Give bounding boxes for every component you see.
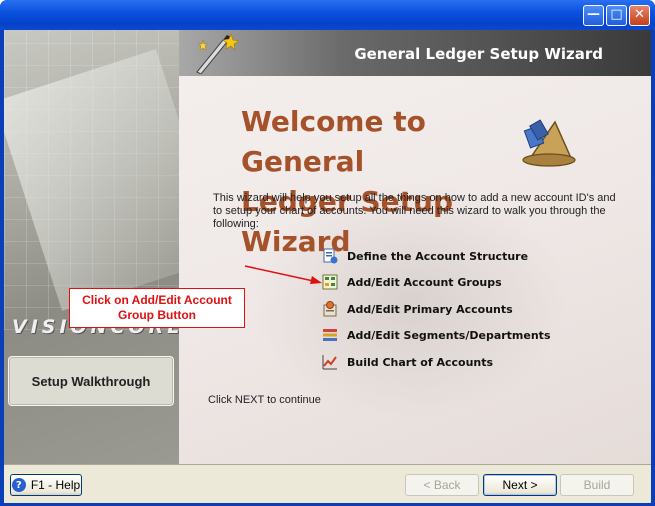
minimize-button[interactable]: — <box>583 5 604 26</box>
build-label: Build <box>583 478 611 492</box>
define-account-structure-label: Define the Account Structure <box>347 249 529 263</box>
chart-of-accounts-icon <box>322 355 337 370</box>
next-button[interactable]: Next > <box>483 474 557 496</box>
wizard-hat-icon <box>522 119 576 167</box>
back-button[interactable]: < Back <box>405 474 479 496</box>
callout-line-1: Click on Add/Edit Account <box>82 293 232 307</box>
minimize-icon: — <box>587 7 600 22</box>
banner-title: General Ledger Setup Wizard <box>354 45 603 63</box>
help-button[interactable]: ? F1 - Help <box>10 474 82 496</box>
help-label: F1 - Help <box>30 478 81 492</box>
back-label: < Back <box>423 478 461 492</box>
add-edit-primary-accounts-button[interactable]: Add/Edit Primary Accounts <box>321 298 513 320</box>
add-edit-segments-departments-button[interactable]: Add/Edit Segments/Departments <box>321 324 551 346</box>
callout-line-2: Group Button <box>118 308 196 322</box>
left-panel: VISIONCORE Setup Walkthrough <box>4 30 179 464</box>
button-bar: ? F1 - Help < Back Next > Build <box>4 464 651 503</box>
primary-accounts-icon <box>323 301 337 317</box>
wizard-client-area: VISIONCORE Setup Walkthrough General Led… <box>4 30 651 503</box>
banner: General Ledger Setup Wizard <box>179 30 651 76</box>
segments-icon <box>323 329 337 341</box>
wizard-description: This wizard will help you setup all the … <box>213 192 616 230</box>
add-edit-account-groups-label: Add/Edit Account Groups <box>347 275 502 289</box>
welcome-heading: Welcome to General Ledger Setup Wizard <box>241 102 511 262</box>
add-edit-primary-accounts-label: Add/Edit Primary Accounts <box>347 302 513 316</box>
setup-walkthrough-button[interactable]: Setup Walkthrough <box>8 356 174 406</box>
define-account-structure-button[interactable]: Define the Account Structure <box>321 245 528 267</box>
title-bar[interactable]: — □ ✕ <box>0 0 655 30</box>
build-button[interactable]: Build <box>560 474 634 496</box>
welcome-line-1: Welcome to General <box>241 105 426 178</box>
maximize-icon: □ <box>610 7 623 22</box>
magic-wand-icon <box>196 33 239 74</box>
add-edit-account-groups-button[interactable]: Add/Edit Account Groups <box>321 271 502 293</box>
account-groups-icon <box>322 274 338 290</box>
close-button[interactable]: ✕ <box>629 5 650 26</box>
account-structure-icon <box>323 248 338 264</box>
next-label: Next > <box>502 478 538 492</box>
build-chart-of-accounts-label: Build Chart of Accounts <box>347 355 494 369</box>
wizard-window: — □ ✕ VISIONCORE Setup Walkthrough <box>0 0 655 506</box>
continue-instruction: Click NEXT to continue <box>208 394 321 406</box>
help-icon: ? <box>11 478 26 492</box>
build-chart-of-accounts-button[interactable]: Build Chart of Accounts <box>321 351 493 373</box>
maximize-button[interactable]: □ <box>606 5 627 26</box>
close-icon: ✕ <box>634 7 645 22</box>
add-edit-segments-label: Add/Edit Segments/Departments <box>347 328 551 342</box>
annotation-callout: Click on Add/Edit Account Group Button <box>69 288 245 328</box>
main-panel: General Ledger Setup Wizard Welcome to G… <box>179 30 651 464</box>
